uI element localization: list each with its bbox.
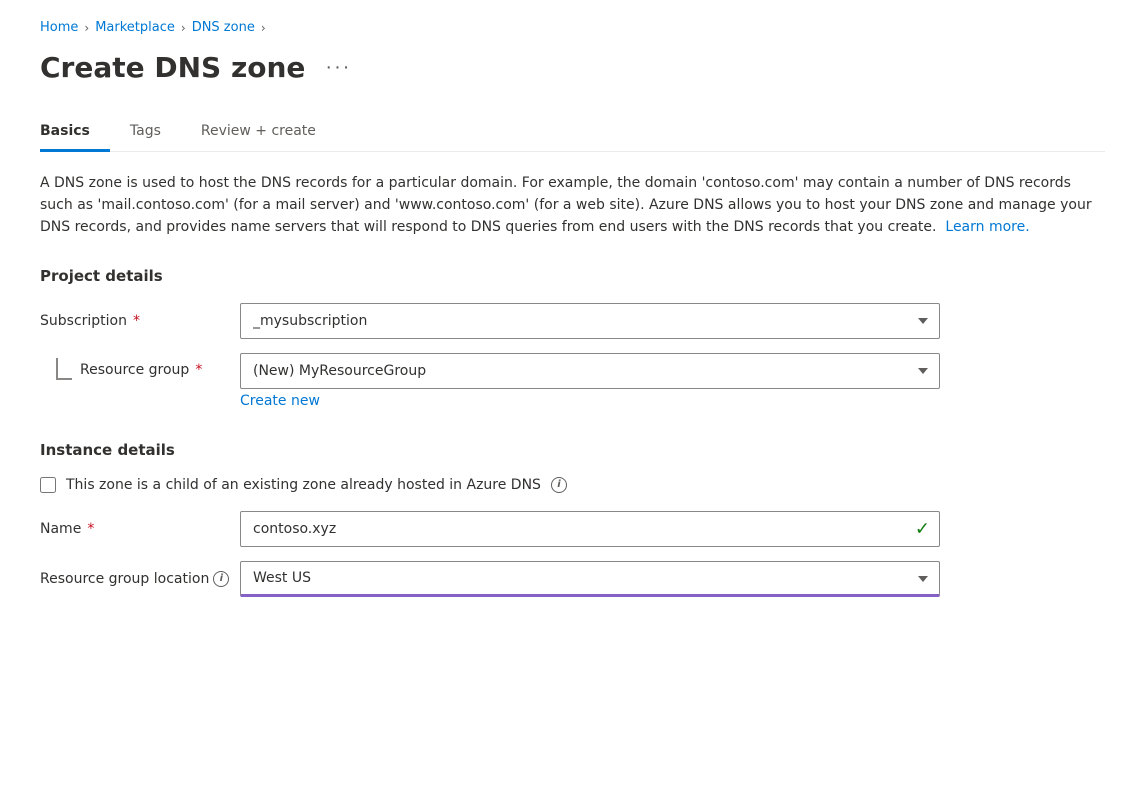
subscription-select[interactable]: _mysubscription: [240, 303, 940, 339]
subscription-control: _mysubscription: [240, 303, 940, 339]
location-info-icon[interactable]: i: [213, 571, 229, 587]
name-row: Name * ✓: [40, 511, 1105, 547]
breadcrumb-home[interactable]: Home: [40, 20, 78, 35]
resource-group-row: Resource group * _mysubscription (New) M…: [40, 353, 1105, 389]
rg-required: *: [195, 362, 202, 378]
breadcrumb-sep-1: ›: [84, 21, 89, 35]
description-text: A DNS zone is used to host the DNS recor…: [40, 172, 1100, 239]
tab-basics[interactable]: Basics: [40, 113, 110, 152]
project-details-section: Project details Subscription * _mysubscr…: [40, 267, 1105, 409]
resource-group-label: Resource group *: [80, 362, 202, 378]
tab-review-create[interactable]: Review + create: [181, 113, 336, 152]
name-label: Name *: [40, 521, 240, 537]
tabs-container: Basics Tags Review + create: [40, 113, 1105, 152]
child-zone-checkbox[interactable]: [40, 477, 56, 493]
subscription-label: Subscription *: [40, 313, 240, 329]
child-zone-row: This zone is a child of an existing zone…: [40, 477, 1105, 493]
subscription-required: *: [133, 313, 140, 329]
location-label: Resource group location i: [40, 571, 240, 587]
location-control: West US East US West Europe East Asia: [240, 561, 940, 597]
learn-more-link[interactable]: Learn more.: [945, 219, 1029, 235]
tab-tags[interactable]: Tags: [110, 113, 181, 152]
breadcrumb-marketplace[interactable]: Marketplace: [95, 20, 175, 35]
name-control: ✓: [240, 511, 940, 547]
subscription-row: Subscription * _mysubscription: [40, 303, 1105, 339]
breadcrumb-dns-zone[interactable]: DNS zone: [192, 20, 255, 35]
breadcrumb-sep-3: ›: [261, 21, 266, 35]
resource-group-control: _mysubscription (New) MyResourceGroup: [240, 353, 940, 389]
instance-details-section: Instance details This zone is a child of…: [40, 441, 1105, 597]
name-required: *: [87, 521, 94, 537]
location-row: Resource group location i West US East U…: [40, 561, 1105, 597]
page-title: Create DNS zone: [40, 51, 305, 85]
breadcrumb: Home › Marketplace › DNS zone ›: [40, 20, 1105, 35]
project-details-title: Project details: [40, 267, 1105, 285]
location-select[interactable]: West US East US West Europe East Asia: [240, 561, 940, 597]
resource-group-select[interactable]: _mysubscription (New) MyResourceGroup: [240, 353, 940, 389]
name-input[interactable]: [240, 511, 940, 547]
instance-details-title: Instance details: [40, 441, 1105, 459]
create-new-link[interactable]: Create new: [240, 393, 320, 409]
more-options-button[interactable]: ···: [317, 52, 359, 83]
child-zone-info-icon[interactable]: i: [551, 477, 567, 493]
page-header: Create DNS zone ···: [40, 51, 1105, 85]
child-zone-label: This zone is a child of an existing zone…: [66, 477, 541, 493]
rg-indent-corner: [56, 358, 72, 380]
breadcrumb-sep-2: ›: [181, 21, 186, 35]
